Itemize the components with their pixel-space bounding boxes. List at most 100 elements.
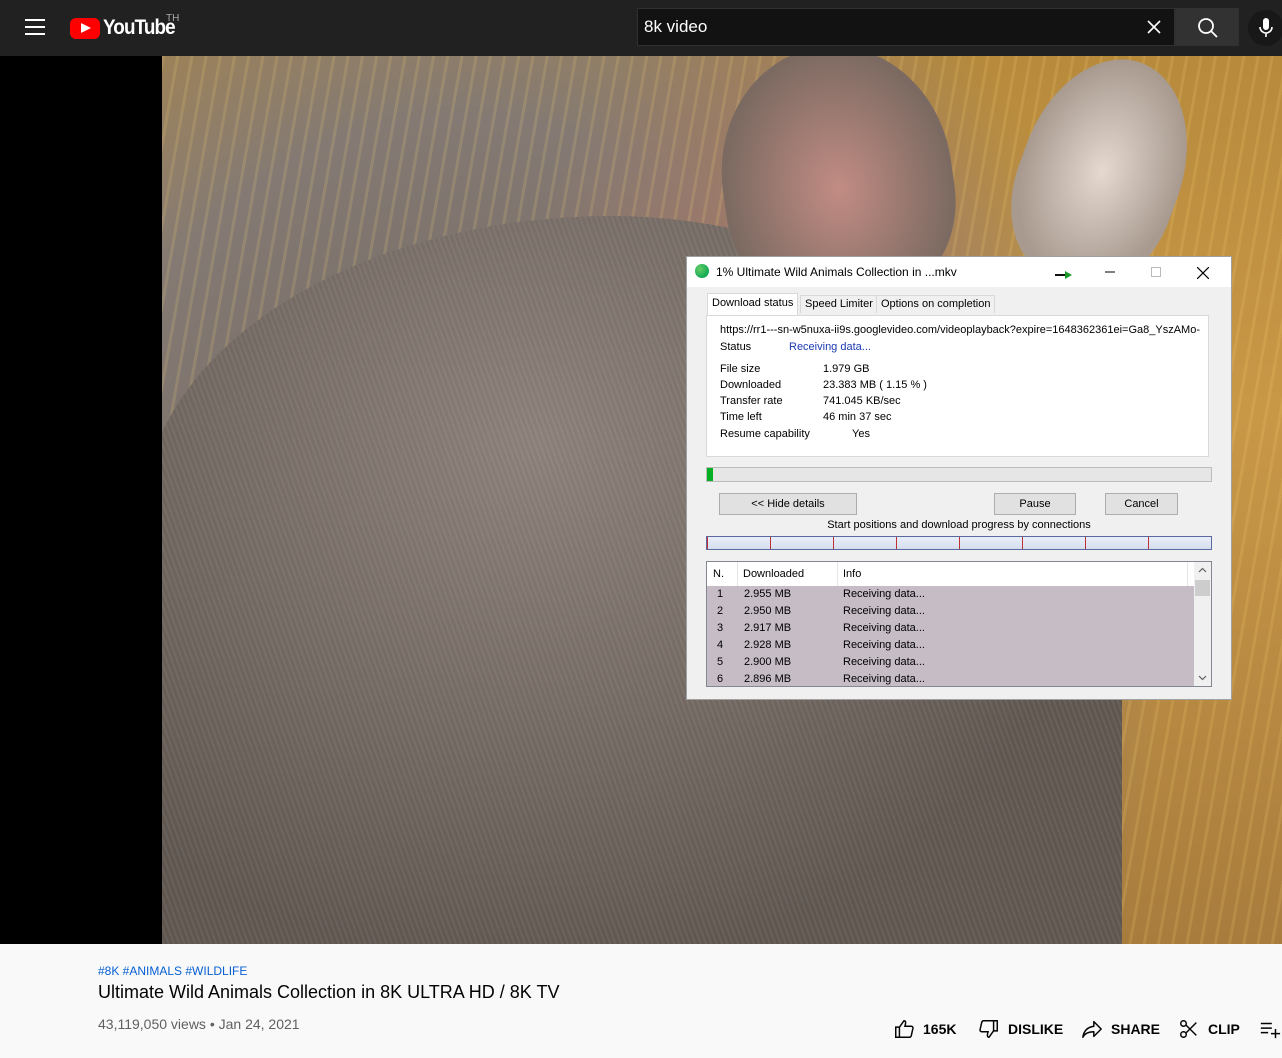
tab-speed-limiter[interactable]: Speed Limiter: [800, 295, 878, 313]
maximize-button[interactable]: [1133, 257, 1179, 287]
hide-details-button[interactable]: << Hide details: [719, 493, 857, 515]
thumbs-down-icon: [979, 1020, 998, 1038]
column-header-downloaded[interactable]: Downloaded: [743, 568, 804, 580]
country-code: TH: [166, 13, 180, 24]
connection-start-mark: [896, 537, 897, 549]
time-left-value: 46 min 37 sec: [823, 411, 892, 423]
menu-icon[interactable]: [25, 19, 45, 35]
download-progress-bar: [706, 467, 1212, 482]
idm-app-icon: [695, 264, 709, 278]
table-row[interactable]: 6 2.896 MB Receiving data...: [707, 671, 1194, 686]
hashtags[interactable]: #8K #ANIMALS #WILDLIFE: [98, 964, 247, 978]
scissors-icon: [1180, 1020, 1197, 1038]
table-row[interactable]: 1 2.955 MB Receiving data...: [707, 586, 1194, 603]
tab-options-on-completion[interactable]: Options on completion: [876, 295, 996, 313]
cursor-arrow-icon: [1055, 271, 1072, 279]
row-n: 1: [717, 588, 724, 600]
table-scrollbar[interactable]: [1194, 562, 1211, 686]
row-info: Receiving data...: [843, 656, 925, 668]
clear-search-icon[interactable]: [1144, 17, 1164, 37]
minimize-button[interactable]: [1087, 257, 1133, 287]
clip-label: CLIP: [1208, 1021, 1240, 1037]
table-row[interactable]: 3 2.917 MB Receiving data...: [707, 620, 1194, 637]
file-size-label: File size: [720, 363, 761, 375]
microphone-icon: [1259, 18, 1273, 37]
close-icon: [1197, 267, 1209, 279]
connections-table[interactable]: N. Downloaded Info 1 2.955 MB Receiving …: [706, 561, 1212, 687]
pause-button[interactable]: Pause: [994, 493, 1076, 515]
search-button[interactable]: [1175, 8, 1239, 46]
progress-fill: [707, 468, 713, 481]
status-label: Status: [720, 341, 752, 353]
table-row[interactable]: 4 2.928 MB Receiving data...: [707, 637, 1194, 654]
youtube-logo[interactable]: YouTube TH: [70, 13, 183, 40]
download-dialog: 1% Ultimate Wild Animals Collection in .…: [686, 256, 1232, 700]
search-icon: [1198, 18, 1218, 38]
dislike-label: DISLIKE: [1008, 1021, 1064, 1037]
connection-start-mark: [833, 537, 834, 549]
row-downloaded: 2.955 MB: [744, 588, 792, 600]
dialog-titlebar[interactable]: 1% Ultimate Wild Animals Collection in .…: [687, 257, 1231, 287]
row-n: 2: [717, 605, 724, 617]
download-status-panel: https://rr1---sn-w5nuxa-ii9s.googlevideo…: [706, 315, 1209, 457]
logo-text: YouTube: [103, 16, 176, 39]
row-info: Receiving data...: [843, 605, 925, 617]
maximize-icon: [1151, 267, 1161, 277]
minimize-icon: [1105, 271, 1115, 273]
row-info: Receiving data...: [843, 673, 925, 685]
row-downloaded: 2.950 MB: [744, 605, 792, 617]
close-button[interactable]: [1179, 257, 1225, 287]
row-n: 5: [717, 656, 724, 668]
scrollbar-thumb[interactable]: [1195, 580, 1210, 596]
voice-search-button[interactable]: [1248, 10, 1282, 46]
connection-start-mark: [707, 537, 708, 549]
row-n: 3: [717, 622, 724, 634]
table-row[interactable]: 5 2.900 MB Receiving data...: [707, 654, 1194, 671]
resume-capability-value: Yes: [852, 428, 870, 440]
scroll-down-icon[interactable]: [1194, 669, 1211, 686]
downloaded-value: 23.383 MB ( 1.15 % ): [823, 379, 927, 391]
transfer-rate-label: Transfer rate: [720, 395, 783, 407]
video-info: #8K #ANIMALS #WILDLIFE Ultimate Wild Ani…: [0, 944, 1282, 1058]
save-to-playlist-button[interactable]: [1259, 1018, 1282, 1040]
resume-capability-label: Resume capability: [720, 428, 810, 440]
row-n: 4: [717, 639, 724, 651]
share-icon: [1082, 1020, 1102, 1038]
time-left-label: Time left: [720, 411, 762, 423]
row-downloaded: 2.896 MB: [744, 673, 792, 685]
connections-progress-bar: [706, 536, 1212, 550]
share-label: SHARE: [1111, 1021, 1161, 1037]
youtube-play-icon: [70, 17, 100, 39]
download-url: https://rr1---sn-w5nuxa-ii9s.googlevideo…: [720, 324, 1200, 336]
row-info: Receiving data...: [843, 588, 925, 600]
row-n: 6: [717, 673, 724, 685]
dialog-title: 1% Ultimate Wild Animals Collection in .…: [716, 265, 957, 279]
masthead: YouTube TH 8k video: [0, 0, 1282, 56]
row-downloaded: 2.900 MB: [744, 656, 792, 668]
row-info: Receiving data...: [843, 639, 925, 651]
connection-start-mark: [1085, 537, 1086, 549]
row-downloaded: 2.917 MB: [744, 622, 792, 634]
table-row[interactable]: 2 2.950 MB Receiving data...: [707, 603, 1194, 620]
tab-download-status[interactable]: Download status: [707, 293, 799, 315]
scroll-up-icon[interactable]: [1194, 562, 1211, 579]
thumbs-up-icon: [895, 1020, 914, 1038]
playlist-add-icon: [1260, 1022, 1281, 1039]
views-date: 43,119,050 views • Jan 24, 2021: [98, 1016, 300, 1032]
row-downloaded: 2.928 MB: [744, 639, 792, 651]
connection-start-mark: [1148, 537, 1149, 549]
like-button[interactable]: 165K: [893, 1018, 956, 1040]
cancel-button[interactable]: Cancel: [1105, 493, 1178, 515]
dislike-button[interactable]: DISLIKE: [978, 1018, 1063, 1040]
video-title: Ultimate Wild Animals Collection in 8K U…: [98, 982, 560, 1002]
connection-start-mark: [959, 537, 960, 549]
like-count: 165K: [923, 1021, 957, 1037]
file-size-value: 1.979 GB: [823, 363, 870, 375]
column-header-n[interactable]: N.: [713, 568, 724, 580]
column-header-info[interactable]: Info: [843, 568, 861, 580]
clip-button[interactable]: CLIP: [1178, 1018, 1240, 1040]
search-input[interactable]: 8k video: [637, 8, 1175, 46]
transfer-rate-value: 741.045 KB/sec: [823, 395, 901, 407]
row-info: Receiving data...: [843, 622, 925, 634]
share-button[interactable]: SHARE: [1081, 1018, 1160, 1040]
